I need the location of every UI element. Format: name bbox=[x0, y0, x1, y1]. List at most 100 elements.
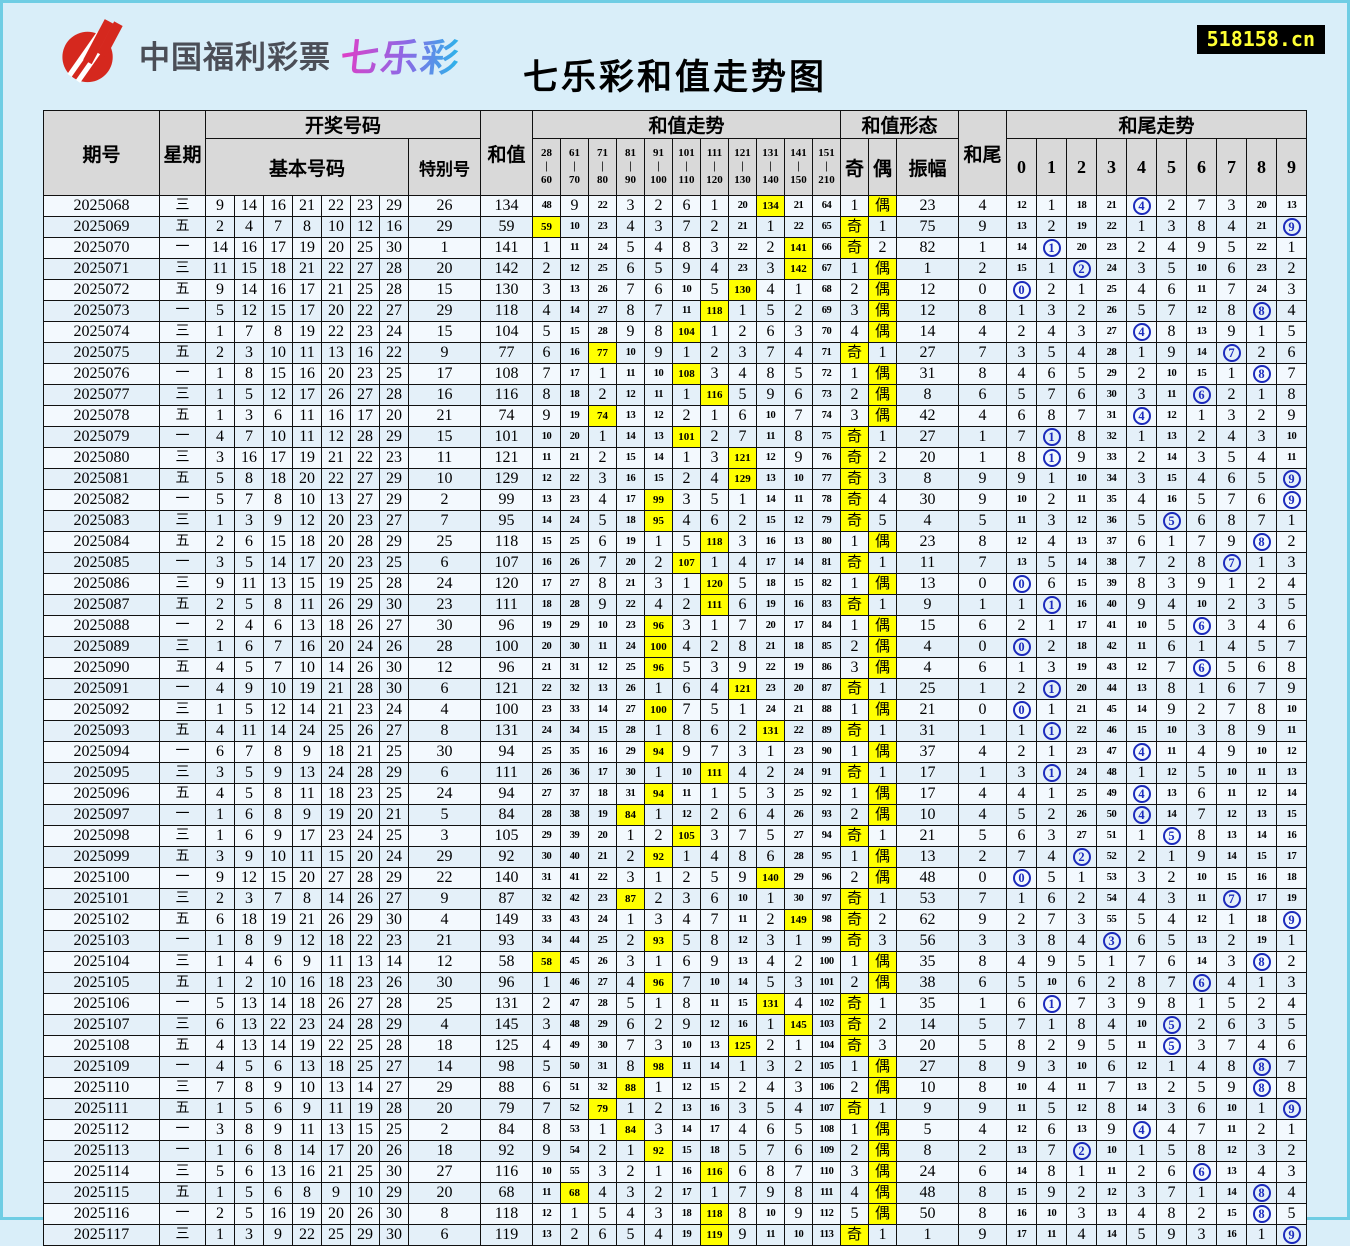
cell-tail-trend: 9 bbox=[1186, 237, 1217, 259]
table-row: 2025083 三 1 3 9 12 20 23 27 7 95 14 24 5 18 95 4 6 2 15 12 79… bbox=[43, 510, 1307, 532]
cell-period: 2025086 bbox=[43, 573, 160, 595]
cell-basic-number: 1 bbox=[205, 636, 235, 658]
cell-tail-trend: 2 bbox=[1186, 1203, 1217, 1225]
cell-basic-number: 9 bbox=[263, 1119, 293, 1141]
cell-sum-value: 121 bbox=[480, 447, 533, 469]
cell-basic-number: 30 bbox=[379, 1224, 409, 1246]
cell-sum-trend: 79 bbox=[588, 1098, 617, 1120]
cell-tail-trend: 1 bbox=[1246, 321, 1277, 343]
cell-sum-trend: 5 bbox=[616, 1224, 645, 1246]
cell-special-number: 15 bbox=[408, 426, 481, 448]
cell-basic-number: 17 bbox=[292, 300, 322, 322]
cell-tail-trend: 6 bbox=[1096, 1056, 1127, 1078]
cell-basic-number: 20 bbox=[350, 1140, 380, 1162]
cell-sum-trend: 94 bbox=[644, 741, 673, 763]
cell-basic-number: 17 bbox=[263, 237, 293, 259]
cell-tail-trend: 1 bbox=[1156, 846, 1187, 868]
cell-basic-number: 26 bbox=[379, 636, 409, 658]
cell-tail-trend: 1 bbox=[1126, 426, 1157, 448]
cell-sum-trend: 40 bbox=[560, 846, 589, 868]
cell-basic-number: 10 bbox=[292, 489, 322, 511]
cell-even: 偶 bbox=[868, 1161, 897, 1183]
cell-basic-number: 6 bbox=[234, 636, 264, 658]
cell-odd: 3 bbox=[840, 300, 869, 322]
cell-tail-value: 7 bbox=[958, 342, 1007, 364]
cell-basic-number: 24 bbox=[379, 699, 409, 721]
cell-basic-number: 4 bbox=[205, 720, 235, 742]
cell-tail-trend: 23 bbox=[1096, 237, 1127, 259]
col-header-amplitude: 振幅 bbox=[896, 138, 959, 196]
cell-basic-number: 9 bbox=[205, 867, 235, 889]
cell-tail-trend: 7 bbox=[1186, 804, 1217, 826]
cell-sum-trend: 4 bbox=[756, 1077, 785, 1099]
cell-tail-trend-hit: 6 bbox=[1186, 1161, 1217, 1183]
cell-tail-trend: 5 bbox=[1126, 909, 1157, 931]
cell-tail-trend: 8 bbox=[1156, 321, 1187, 343]
cell-tail-trend-hit: 0 bbox=[1006, 573, 1037, 595]
col-header-draw-numbers: 开奖号码 bbox=[205, 110, 481, 139]
col-header-basic-numbers: 基本号码 bbox=[205, 138, 409, 196]
cell-basic-number: 19 bbox=[292, 1203, 322, 1225]
cell-sum-trend: 6 bbox=[672, 678, 701, 700]
cell-sum-trend: 74 bbox=[812, 405, 841, 427]
cell-tail-trend: 25 bbox=[1066, 783, 1097, 805]
cell-tail-trend: 3 bbox=[1006, 930, 1037, 952]
cell-sum-trend: 2 bbox=[672, 867, 701, 889]
cell-tail-trend-hit: 8 bbox=[1246, 300, 1277, 322]
cell-sum-trend: 4 bbox=[728, 1119, 757, 1141]
cell-sum-trend: 44 bbox=[560, 930, 589, 952]
cell-basic-number: 25 bbox=[379, 741, 409, 763]
cell-basic-number: 24 bbox=[321, 762, 351, 784]
cell-tail-trend: 7 bbox=[1216, 1035, 1247, 1057]
cell-period: 2025095 bbox=[43, 762, 160, 784]
circled-tail-digit: 1 bbox=[1042, 722, 1061, 741]
cell-tail-trend: 2 bbox=[1246, 405, 1277, 427]
cell-basic-number: 28 bbox=[379, 258, 409, 280]
cell-sum-trend: 69 bbox=[812, 300, 841, 322]
cell-sum-trend: 28 bbox=[560, 594, 589, 616]
cell-tail-value: 4 bbox=[958, 1119, 1007, 1141]
cell-tail-trend: 9 bbox=[1156, 1224, 1187, 1246]
cell-basic-number: 18 bbox=[321, 741, 351, 763]
cell-sum-trend: 19 bbox=[756, 594, 785, 616]
circled-tail-digit: 8 bbox=[1252, 953, 1271, 972]
cell-sum-trend: 16 bbox=[672, 1161, 701, 1183]
cell-sum-trend: 9 bbox=[784, 1203, 813, 1225]
cell-sum-trend: 105 bbox=[672, 825, 701, 847]
cell-sum-trend: 2 bbox=[728, 720, 757, 742]
cell-sum-trend: 81 bbox=[812, 552, 841, 574]
cell-tail-trend: 7 bbox=[1036, 384, 1067, 406]
cell-tail-trend: 5 bbox=[1246, 636, 1277, 658]
cell-basic-number: 9 bbox=[263, 762, 293, 784]
cell-sum-trend: 1 bbox=[644, 720, 673, 742]
cell-tail-trend: 3 bbox=[1156, 573, 1187, 595]
table-row: 2025095 三 3 5 9 13 24 28 29 6 111 26 36 17 30 1 10 111 4 2 2… bbox=[43, 762, 1307, 784]
cell-sum-value: 93 bbox=[480, 930, 533, 952]
cell-basic-number: 18 bbox=[321, 615, 351, 637]
cell-tail-trend: 13 bbox=[1246, 804, 1277, 826]
cell-special-number: 21 bbox=[408, 405, 481, 427]
cell-basic-number: 25 bbox=[350, 1056, 380, 1078]
cell-basic-number: 7 bbox=[234, 741, 264, 763]
cell-even: 偶 bbox=[868, 951, 897, 973]
page-title: 七乐彩和值走势图 bbox=[522, 58, 827, 97]
cell-sum-trend: 24 bbox=[532, 720, 561, 742]
circled-tail-digit: 8 bbox=[1252, 1079, 1271, 1098]
cell-sum-trend: 1 bbox=[616, 825, 645, 847]
cell-basic-number: 26 bbox=[379, 972, 409, 994]
cell-sum-value: 130 bbox=[480, 279, 533, 301]
cell-odd: 奇 bbox=[840, 720, 869, 742]
cell-basic-number: 12 bbox=[292, 930, 322, 952]
cell-basic-number: 16 bbox=[234, 447, 264, 469]
cell-sum-trend: 1 bbox=[672, 384, 701, 406]
cell-tail-trend: 16 bbox=[1006, 1203, 1037, 1225]
cell-tail-trend: 7 bbox=[1066, 993, 1097, 1015]
cell-basic-number: 20 bbox=[321, 300, 351, 322]
cell-sum-value: 118 bbox=[480, 1203, 533, 1225]
cell-basic-number: 1 bbox=[205, 1140, 235, 1162]
cell-sum-trend: 21 bbox=[560, 447, 589, 469]
cell-tail-trend: 6 bbox=[1186, 1098, 1217, 1120]
cell-period: 2025097 bbox=[43, 804, 160, 826]
cell-sum-trend: 68 bbox=[560, 1182, 589, 1204]
cell-tail-trend: 16 bbox=[1216, 1224, 1247, 1246]
